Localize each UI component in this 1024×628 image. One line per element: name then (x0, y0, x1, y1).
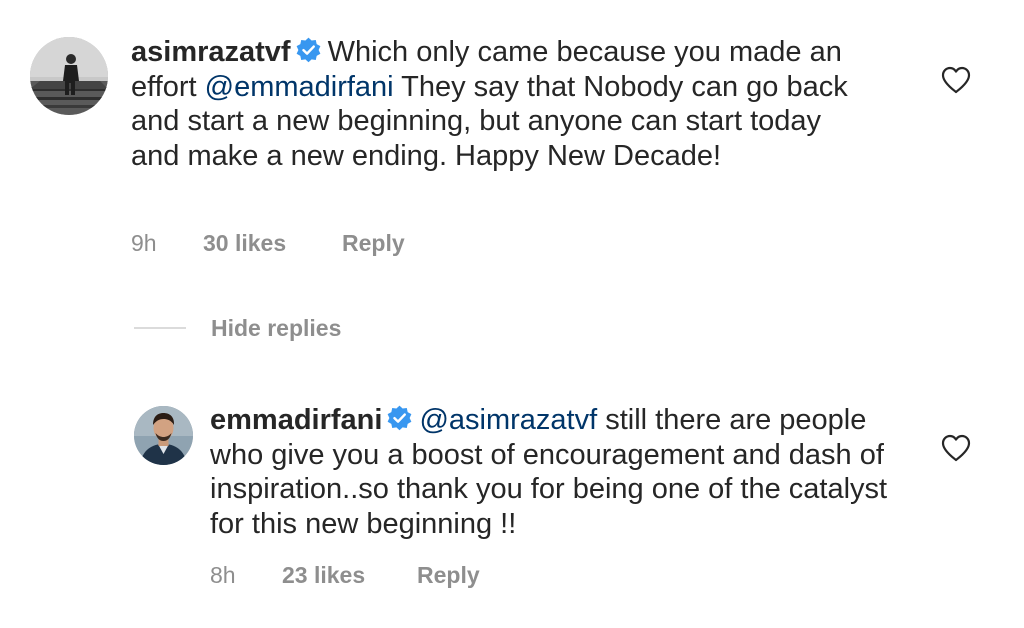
reply-button[interactable]: Reply (342, 230, 405, 257)
replies-divider (134, 327, 186, 329)
timestamp[interactable]: 9h (131, 230, 203, 257)
likes-count[interactable]: 30 likes (203, 230, 342, 257)
avatar[interactable] (134, 406, 193, 465)
hide-replies-button[interactable]: Hide replies (134, 313, 341, 343)
heart-outline-icon[interactable] (941, 66, 971, 94)
mention-link[interactable]: @asimrazatvf (419, 404, 597, 436)
verified-badge-icon (296, 37, 320, 63)
comment-meta: 9h 30 likes Reply (131, 230, 405, 257)
username[interactable]: asimrazatvf (131, 36, 291, 68)
verified-badge-icon (388, 405, 412, 431)
reply-meta: 8h 23 likes Reply (210, 562, 480, 589)
avatar-photo (30, 37, 108, 115)
username[interactable]: emmadirfani (210, 404, 382, 436)
avatar[interactable] (30, 37, 108, 115)
timestamp[interactable]: 8h (210, 562, 282, 589)
heart-outline-icon[interactable] (941, 434, 971, 462)
hide-replies-label: Hide replies (211, 314, 342, 341)
reply-body: emmadirfani @asimrazatvf still there are … (210, 403, 890, 541)
likes-count[interactable]: 23 likes (282, 562, 417, 589)
comment-body: asimrazatvf Which only came because you m… (131, 35, 871, 173)
avatar-photo (134, 406, 193, 465)
mention-link[interactable]: @emmadirfani (205, 71, 394, 103)
reply-button[interactable]: Reply (417, 562, 480, 589)
